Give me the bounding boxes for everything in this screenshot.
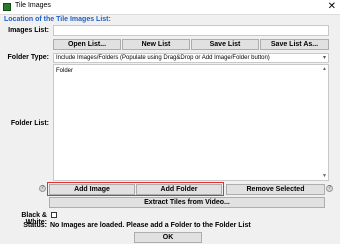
ok-button[interactable]: OK xyxy=(134,232,202,243)
help-icon[interactable]: ? xyxy=(326,185,333,192)
chevron-down-icon: ▾ xyxy=(322,55,326,61)
list-item[interactable]: Folder xyxy=(56,68,73,74)
status-text: No Images are loaded. Please add a Folde… xyxy=(50,222,251,229)
folder-type-label: Folder Type: xyxy=(7,54,49,61)
app-icon xyxy=(3,3,11,11)
folder-type-value: Include Images/Folders (Populate using D… xyxy=(56,55,270,61)
extract-tiles-button[interactable]: Extract Tiles from Video... xyxy=(49,197,325,208)
folder-type-select[interactable]: Include Images/Folders (Populate using D… xyxy=(53,53,329,63)
save-list-as-button[interactable]: Save List As... xyxy=(260,39,329,50)
save-list-button[interactable]: Save List xyxy=(191,39,259,50)
tile-images-window: Tile Images ✕ Location of the Tile Image… xyxy=(0,0,340,244)
section-title: Location of the Tile Images List: xyxy=(4,16,111,23)
scroll-up-icon[interactable]: ▲ xyxy=(322,66,327,72)
open-list-button[interactable]: Open List... xyxy=(53,39,121,50)
remove-selected-button[interactable]: Remove Selected xyxy=(226,184,325,195)
images-list-label: Images List: xyxy=(8,27,49,34)
help-icon[interactable]: ? xyxy=(39,185,46,192)
status-label: Status: xyxy=(23,222,47,229)
folder-list-box[interactable]: Folder ▲ ▼ xyxy=(53,64,329,181)
new-list-button[interactable]: New List xyxy=(122,39,190,50)
close-icon[interactable]: ✕ xyxy=(328,0,336,14)
black-white-checkbox[interactable] xyxy=(51,212,57,218)
add-image-button[interactable]: Add Image xyxy=(49,184,135,195)
folder-list-label: Folder List: xyxy=(10,120,49,127)
images-list-input[interactable] xyxy=(53,25,329,36)
scroll-down-icon[interactable]: ▼ xyxy=(322,173,327,179)
title-bar: Tile Images ✕ xyxy=(0,0,340,15)
add-folder-button[interactable]: Add Folder xyxy=(136,184,222,195)
window-title: Tile Images xyxy=(15,2,51,9)
